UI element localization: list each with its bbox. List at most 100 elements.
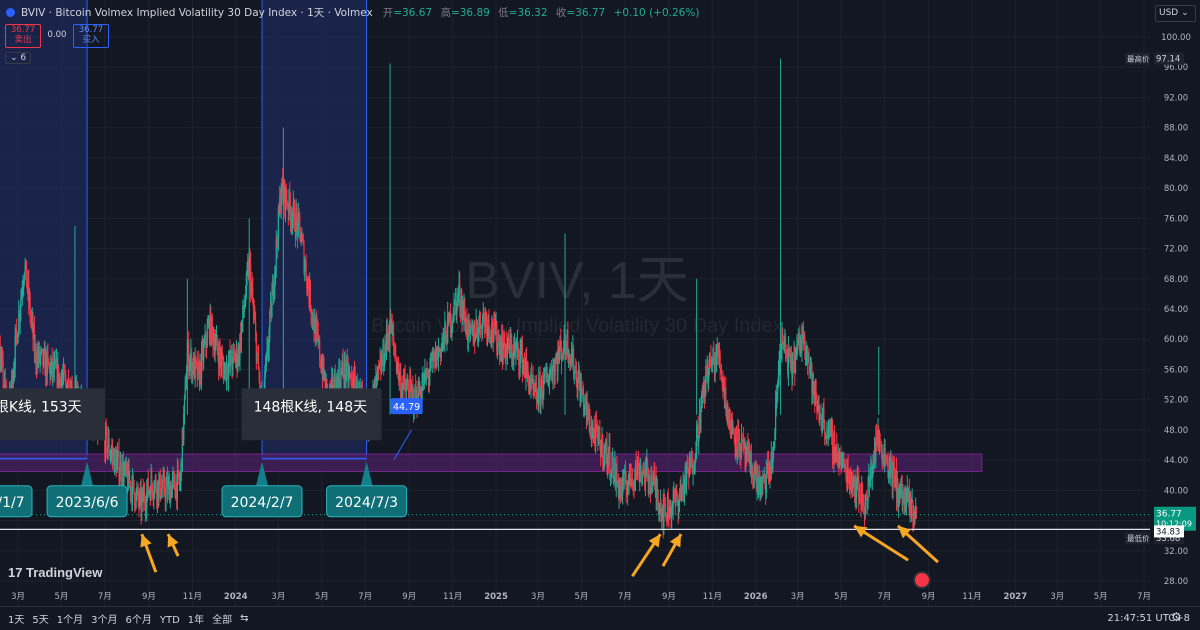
y-tick-label: 56.00: [1164, 365, 1188, 375]
y-tick-label: 60.00: [1164, 335, 1188, 345]
x-tick-label: 7月: [358, 592, 372, 602]
range-button[interactable]: 全部: [212, 615, 232, 626]
range-button[interactable]: 6个月: [126, 615, 152, 626]
x-tick-label: 9月: [662, 592, 676, 602]
ohlc-readout: 开=36.67 高=36.89 低=36.32 收=36.77 +0.10 (+…: [383, 5, 705, 20]
callout-text: 2024/7/3: [335, 495, 398, 511]
x-tick-label: 3月: [271, 592, 285, 602]
candle-body: [165, 486, 166, 501]
range-measure-label[interactable]: 148根K线, 148天: [242, 388, 382, 440]
y-tick-label: 32.00: [1164, 547, 1188, 557]
sell-button[interactable]: 36.77卖出: [5, 24, 41, 48]
x-tick-label: 3月: [531, 592, 545, 602]
range-measure-label[interactable]: 53根K线, 153天: [0, 388, 105, 440]
watermark-description: Bitcoin Volatility Implied Volatility 30…: [371, 315, 782, 337]
range-button[interactable]: 3个月: [91, 615, 117, 626]
highest-price: 最高价 97.14: [1125, 53, 1184, 65]
y-tick-label: 68.00: [1164, 275, 1188, 285]
range-button[interactable]: 1天: [8, 615, 24, 626]
x-tick-label: 5月: [574, 592, 588, 602]
x-axis[interactable]: 3月5月7月9月11月20243月5月7月9月11月20253月5月7月9月11…: [11, 592, 1151, 602]
us-flag-icon[interactable]: [913, 571, 931, 589]
hline-price-badge: 34.83: [1154, 525, 1184, 537]
tradingview-logo[interactable]: 17TradingView: [8, 565, 102, 580]
x-tick-label: 2025: [484, 592, 508, 602]
close-value: =36.77: [566, 7, 605, 19]
x-tick-label: 2027: [1003, 592, 1027, 602]
candle-body: [555, 359, 556, 363]
indicators-toggle[interactable]: ⌄ 6: [5, 52, 31, 64]
y-tick-label: 84.00: [1164, 154, 1188, 164]
candle-body: [649, 476, 650, 487]
candle-body: [271, 295, 272, 318]
y-tick-label: 92.00: [1164, 93, 1188, 103]
symbol-title[interactable]: BVIV · Bitcoin Volmex Implied Volatility…: [21, 5, 373, 20]
y-tick-label: 96.00: [1164, 63, 1188, 73]
low-value: =36.32: [509, 7, 548, 19]
candle-body: [393, 333, 394, 343]
range-button[interactable]: 5天: [32, 615, 48, 626]
candle-body: [609, 446, 610, 475]
range-measure-text: 53根K线, 153天: [0, 399, 82, 415]
candle-body: [623, 473, 624, 488]
buy-button[interactable]: 36.77买入: [73, 24, 109, 48]
candle-body: [215, 338, 216, 346]
range-measure-text: 148根K线, 148天: [254, 399, 368, 415]
y-tick-label: 48.00: [1164, 426, 1188, 436]
candle-body: [299, 216, 300, 227]
x-tick-label: 11月: [443, 592, 462, 602]
x-tick-label: 11月: [962, 592, 981, 602]
candle-body: [881, 449, 882, 454]
candle-body: [207, 329, 208, 347]
candle-body: [773, 450, 774, 457]
x-tick-label: 7月: [877, 592, 891, 602]
candle-body: [119, 474, 120, 480]
callout-text: 2024/2/7: [231, 495, 294, 511]
candle-body: [573, 349, 574, 374]
y-tick-label: 88.00: [1164, 124, 1188, 134]
range-button[interactable]: YTD: [160, 615, 180, 626]
bottom-toolbar: 1天5天1个月3个月6个月YTD1年全部 ⇆ 21:47:51 UTC+8: [0, 606, 1200, 630]
candle-body: [20, 299, 21, 311]
candle-body: [269, 311, 270, 330]
highest-price-tag: 最高价: [1127, 54, 1150, 64]
callout-text: 2023/6/6: [56, 495, 119, 511]
y-tick-label: 80.00: [1164, 184, 1188, 194]
x-tick-label: 3月: [11, 592, 25, 602]
candle-body: [736, 428, 737, 452]
x-tick-label: 2026: [744, 592, 768, 602]
candle-body: [503, 347, 504, 360]
x-tick-label: 7月: [1137, 592, 1151, 602]
x-tick-label: 5月: [834, 592, 848, 602]
chart-header: BVIV · Bitcoin Volmex Implied Volatility…: [0, 0, 1150, 24]
lowest-price-tag: 最低价: [1127, 533, 1150, 543]
candle-body: [867, 483, 868, 501]
range-button[interactable]: 1年: [188, 615, 204, 626]
gear-icon[interactable]: ⚙: [1171, 610, 1182, 624]
calendar-icon[interactable]: ⇆: [240, 613, 248, 624]
candle-body: [133, 480, 134, 493]
y-tick-label: 72.00: [1164, 245, 1188, 255]
candle-body: [616, 469, 617, 480]
tv-logo-icon: 17: [8, 565, 26, 580]
candle-body: [766, 472, 767, 492]
currency-select[interactable]: USD ⌄: [1155, 5, 1196, 22]
candle-body: [804, 336, 805, 349]
y-tick-label: 52.00: [1164, 396, 1188, 406]
price-chart[interactable]: BVIV, 1天Bitcoin Volatility Implied Volat…: [0, 0, 1200, 629]
range-button[interactable]: 1个月: [57, 615, 83, 626]
x-tick-label: 5月: [54, 592, 68, 602]
candle-body: [611, 460, 612, 471]
candle-body: [762, 478, 763, 484]
y-tick-label: 44.00: [1164, 456, 1188, 466]
candle-body: [554, 363, 555, 376]
candle-body: [174, 476, 175, 490]
candle-body: [306, 263, 307, 279]
candle-body: [601, 446, 602, 457]
x-tick-label: 2024: [224, 592, 248, 602]
change-value: +0.10 (+0.26%): [614, 7, 700, 19]
candle-body: [26, 261, 27, 288]
highest-price-val: 97.14: [1156, 55, 1180, 65]
hline-price-value: 34.83: [1156, 527, 1180, 537]
range-buttons: 1天 5天 1个月 3个月 6个月 YTD 1年全部: [0, 611, 232, 626]
